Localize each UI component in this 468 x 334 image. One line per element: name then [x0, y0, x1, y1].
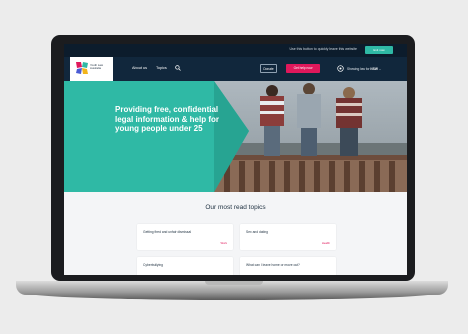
location-value: NSW	[370, 67, 378, 71]
topics-heading: Our most read topics	[205, 204, 266, 211]
topic-card-link[interactable]: Health	[322, 241, 330, 245]
topic-card-title: Sex and dating	[246, 230, 268, 234]
location-selector[interactable]: Showing law for NSW ⌄	[347, 67, 381, 71]
hero-title: Providing free, confidential legal infor…	[115, 105, 220, 133]
nav-link-about[interactable]: About us	[132, 66, 147, 70]
popular-topics-section: Our most read topics Getting fired and u…	[64, 192, 407, 275]
chevron-down-icon: ⌄	[378, 67, 382, 71]
topic-card-title: Cyberbullying	[143, 263, 163, 267]
quick-exit-bar: Use this button to quickly leave this we…	[64, 44, 407, 57]
topic-card-link[interactable]: Work	[221, 241, 227, 245]
location-prefix: Showing law for	[347, 67, 370, 71]
laptop-notch	[205, 281, 263, 285]
search-icon[interactable]	[175, 65, 181, 71]
get-help-button[interactable]: Get help now	[286, 64, 320, 73]
hero-image	[64, 81, 407, 192]
hero-banner: Providing free, confidential legal infor…	[64, 81, 407, 192]
quick-exit-message: Use this button to quickly leave this we…	[289, 47, 357, 51]
website-screen: Use this button to quickly leave this we…	[64, 44, 407, 275]
laptop-base-lip	[20, 292, 444, 300]
topic-card[interactable]: Cyberbullying	[137, 257, 233, 275]
topic-card[interactable]: What can I leave home or move out?	[240, 257, 336, 275]
logo-mark-icon	[76, 62, 88, 74]
topic-card-title: Getting fired and unfair dismissal	[143, 230, 192, 234]
topic-card-title: What can I leave home or move out?	[246, 263, 300, 267]
logo-wordmark: Youth Law Australia	[90, 63, 103, 71]
topic-card[interactable]: Sex and dating Health	[240, 224, 336, 250]
main-navigation: Youth Law Australia About us Topics Dona…	[64, 57, 407, 81]
location-pin-icon	[337, 65, 344, 72]
exit-now-button[interactable]: Exit now	[365, 46, 393, 54]
topic-card[interactable]: Getting fired and unfair dismissal Work	[137, 224, 233, 250]
site-logo[interactable]: Youth Law Australia	[70, 57, 113, 81]
nav-link-topics[interactable]: Topics	[156, 66, 167, 70]
laptop-frame: Use this button to quickly leave this we…	[0, 0, 468, 334]
donate-button[interactable]: Donate	[260, 64, 277, 73]
